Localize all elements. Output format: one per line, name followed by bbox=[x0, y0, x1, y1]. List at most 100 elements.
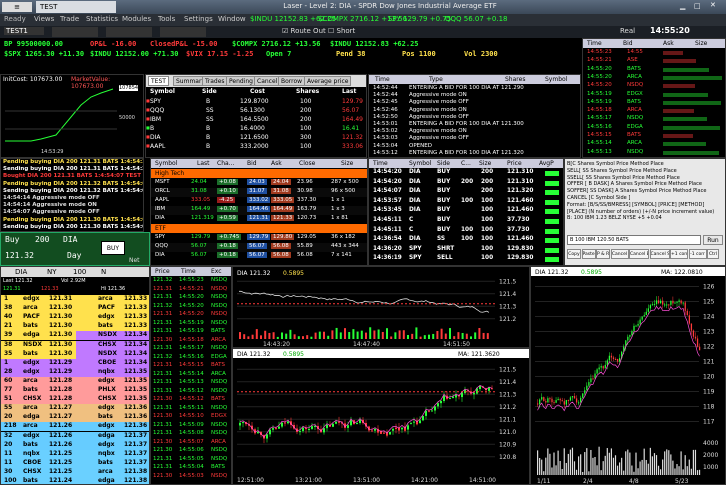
menu-tools[interactable]: Tools bbox=[158, 15, 175, 23]
fill-row[interactable]: 14:53:45 DIA BUY 100 121.460 bbox=[369, 207, 563, 216]
fills-col-5[interactable]: Price bbox=[507, 160, 522, 167]
close-icon[interactable]: ✕ bbox=[710, 1, 716, 9]
watchlist-row[interactable]: SPY 129.79 +0.745 129.79 129.80 129.05 36 x 18… bbox=[151, 234, 367, 243]
short-checkbox[interactable]: ☐ Short bbox=[328, 27, 355, 35]
positions-tab-6[interactable]: Average price bbox=[304, 76, 352, 86]
script-button-3[interactable]: Cancel bbox=[610, 249, 629, 259]
route-out-checkbox[interactable]: ☑ Route Out bbox=[282, 27, 326, 35]
watchlist-group-header[interactable]: High Tech bbox=[151, 169, 367, 178]
position-row[interactable]: AAPL B 333.2000 100 333.06 ■ bbox=[146, 143, 366, 152]
script-button-8[interactable]: Ctrl bbox=[707, 249, 719, 259]
positions-col-1[interactable]: Side bbox=[202, 88, 217, 95]
intraday-candle-chart[interactable]: DIA 121.32 0.5895 MA: 121.3620 121.5 121.4 12… bbox=[232, 348, 530, 485]
fill-row[interactable]: 14:45:11 C BUY 100 100 37.730 bbox=[369, 227, 563, 236]
ts-col-0[interactable]: Price bbox=[155, 268, 170, 275]
level2-row[interactable]: 11 CBOE 121.25 bats 121.37 bbox=[1, 458, 149, 468]
position-row[interactable]: B B 16.4000 100 16.41 ■ bbox=[146, 125, 366, 134]
fill-row[interactable]: 14:36:54 DIA SS 100 100 121.460 bbox=[369, 236, 563, 245]
menu-modules[interactable]: Modules bbox=[122, 15, 151, 23]
account-select[interactable]: TEST1 bbox=[4, 27, 44, 35]
level2-row[interactable]: 77 bats 121.28 PHLX 121.35 bbox=[1, 386, 149, 395]
fill-row[interactable]: 14:36:20 SPY SHRT 100 129.830 bbox=[369, 246, 563, 255]
fill-row[interactable]: 14:36:19 SPY SELL 100 129.830 bbox=[369, 255, 563, 264]
minimize-icon[interactable]: ▁ bbox=[680, 2, 685, 10]
fills-col-1[interactable]: Symbol bbox=[409, 160, 431, 167]
watchlist-row[interactable]: ORCL 31.08 +0.10 31.07 31.08 30.98 96 x 500 bbox=[151, 188, 367, 197]
fills-col-6[interactable]: AvgP bbox=[539, 160, 554, 167]
level2-row[interactable]: 38 arca 121.30 PACF 121.33 bbox=[1, 304, 149, 314]
order-price[interactable]: 121.32 bbox=[5, 251, 34, 260]
order-log-col-0[interactable]: Time bbox=[375, 76, 390, 83]
level2-row[interactable]: 11 nqbx 121.25 nqbx 121.37 bbox=[1, 449, 149, 459]
execute-buy-button[interactable]: BUY bbox=[101, 241, 125, 255]
watchlist-row[interactable]: AAPL 333.05 -4.25 333.02 333.05 337.30 1 x 1 bbox=[151, 197, 367, 206]
position-row[interactable]: SPY B 129.8700 100 129.79 ■ bbox=[146, 98, 366, 107]
position-row[interactable]: QQQ SS 56.1300 200 56.07 ■ bbox=[146, 107, 366, 116]
level2-row[interactable]: 20 bats 121.26 edgx 121.37 bbox=[1, 440, 149, 450]
run-button[interactable]: Run bbox=[703, 235, 723, 245]
fills-col-4[interactable]: Size bbox=[479, 160, 491, 167]
watchlist-row[interactable]: IBM 164.49 +0.70 164.46 164.49 163.79 1 x 3 bbox=[151, 206, 367, 215]
positions-tab-2[interactable]: Trades bbox=[202, 76, 228, 86]
positions-col-0[interactable]: Symbol bbox=[150, 88, 175, 95]
order-log-col-3[interactable]: Symbol bbox=[545, 76, 567, 83]
level2-size[interactable]: 100 bbox=[73, 268, 86, 276]
watchlist-row[interactable]: MSFT 24.04 +0.08 24.03 24.04 23.96 287 x 500 bbox=[151, 179, 367, 188]
menu-statistics[interactable]: Statistics bbox=[86, 15, 118, 23]
intraday-tick-chart[interactable]: DIA 121.32 0.5895 121.5 121.4 121.3 121.2 14:4… bbox=[232, 266, 530, 348]
level2-row[interactable]: 39 edga 121.30 NSDX 121.34 bbox=[1, 331, 149, 341]
watchlist-col-5[interactable]: Close bbox=[299, 160, 315, 167]
positions-tab-5[interactable]: Borrow bbox=[278, 76, 306, 86]
level2-row[interactable]: 28 edgx 121.29 nqbx 121.35 bbox=[1, 367, 149, 377]
fill-row[interactable]: 14:54:20 DIA BUY 200 121.310 bbox=[369, 169, 563, 178]
positions-tab-4[interactable]: Cancel bbox=[254, 76, 281, 86]
menu-window[interactable]: Window bbox=[218, 15, 246, 23]
positions-tab-0[interactable]: TEST bbox=[148, 76, 169, 86]
level2-row[interactable]: 51 CHSX 121.28 CHSX 121.35 bbox=[1, 395, 149, 405]
order-symbol[interactable]: DIA bbox=[63, 235, 77, 244]
level2-row[interactable]: 40 PACF 121.30 edgx 121.33 bbox=[1, 313, 149, 323]
fills-col-2[interactable]: Side bbox=[437, 160, 450, 167]
level2-row[interactable]: 1 edgx 121.29 CBOE 121.34 bbox=[1, 358, 149, 368]
level2-row[interactable]: 60 arca 121.28 edgx 121.35 bbox=[1, 376, 149, 386]
fill-row[interactable]: 14:54:20 DIA BUY 200 200 121.310 bbox=[369, 179, 563, 188]
order-log-col-1[interactable]: Type bbox=[429, 76, 443, 83]
script-button-7[interactable]: -1 corr bbox=[688, 249, 707, 259]
script-button-1[interactable]: Paste bbox=[581, 249, 596, 259]
menu-trade[interactable]: Trade bbox=[60, 15, 79, 23]
fill-row[interactable]: 14:45:11 C BUY 100 37.730 bbox=[369, 217, 563, 226]
tif-select[interactable] bbox=[160, 27, 206, 37]
maximize-icon[interactable]: □ bbox=[694, 2, 701, 10]
fill-row[interactable]: 14:53:57 DIA BUY 100 100 121.460 bbox=[369, 198, 563, 207]
watchlist-col-2[interactable]: Cha... bbox=[217, 160, 234, 167]
position-row[interactable]: DIA B 121.6500 300 121.32 ■ bbox=[146, 134, 366, 143]
script-button-6[interactable]: +1 corr bbox=[670, 249, 688, 259]
level2-row[interactable]: 20 edga 121.27 bats 121.36 bbox=[1, 413, 149, 423]
level2-row[interactable]: 38 NSDX 121.30 CHSX 121.34 bbox=[1, 340, 149, 350]
ts-col-1[interactable]: Time bbox=[181, 268, 196, 275]
route-select[interactable] bbox=[52, 27, 98, 37]
watchlist-col-0[interactable]: Symbol bbox=[155, 160, 177, 167]
level2-row[interactable]: 218 arca 121.26 edgx 121.36 bbox=[1, 422, 149, 432]
window-tab[interactable]: TEST bbox=[36, 1, 116, 13]
order-tif[interactable]: Day bbox=[67, 251, 81, 260]
watchlist-col-6[interactable]: Size bbox=[341, 160, 353, 167]
position-row[interactable]: IBM SS 164.5500 200 164.49 ■ bbox=[146, 116, 366, 125]
script-button-2[interactable]: P & R bbox=[596, 249, 610, 259]
level2-row[interactable]: 30 CHSX 121.25 arca 121.38 bbox=[1, 467, 149, 477]
menu-settings[interactable]: Settings bbox=[184, 15, 213, 23]
fills-col-3[interactable]: C... bbox=[461, 160, 471, 167]
script-input[interactable]: B 100 IBM 120.50 BATS bbox=[567, 235, 701, 245]
watchlist-col-4[interactable]: Ask bbox=[271, 160, 282, 167]
right-ticker-col-2[interactable]: Ask bbox=[663, 40, 674, 47]
daily-candle-chart[interactable]: DIA 121.32 0.5895 MA: 122.0810 126 125 124 123… bbox=[530, 266, 726, 485]
order-side[interactable]: Buy bbox=[5, 235, 19, 244]
right-ticker-col-3[interactable]: Size bbox=[695, 40, 707, 47]
watchlist-col-3[interactable]: Bid bbox=[247, 160, 257, 167]
right-ticker-col-0[interactable]: Time bbox=[587, 40, 602, 47]
level2-row[interactable]: 35 bats 121.30 NSDX 121.34 bbox=[1, 349, 149, 359]
order-qty[interactable]: 200 bbox=[35, 235, 49, 244]
right-ticker-col-1[interactable]: Bid bbox=[623, 40, 633, 47]
level2-row[interactable]: 1 edgx 121.31 arca 121.33 bbox=[1, 295, 149, 304]
order-log-col-2[interactable]: Shares bbox=[505, 76, 525, 83]
